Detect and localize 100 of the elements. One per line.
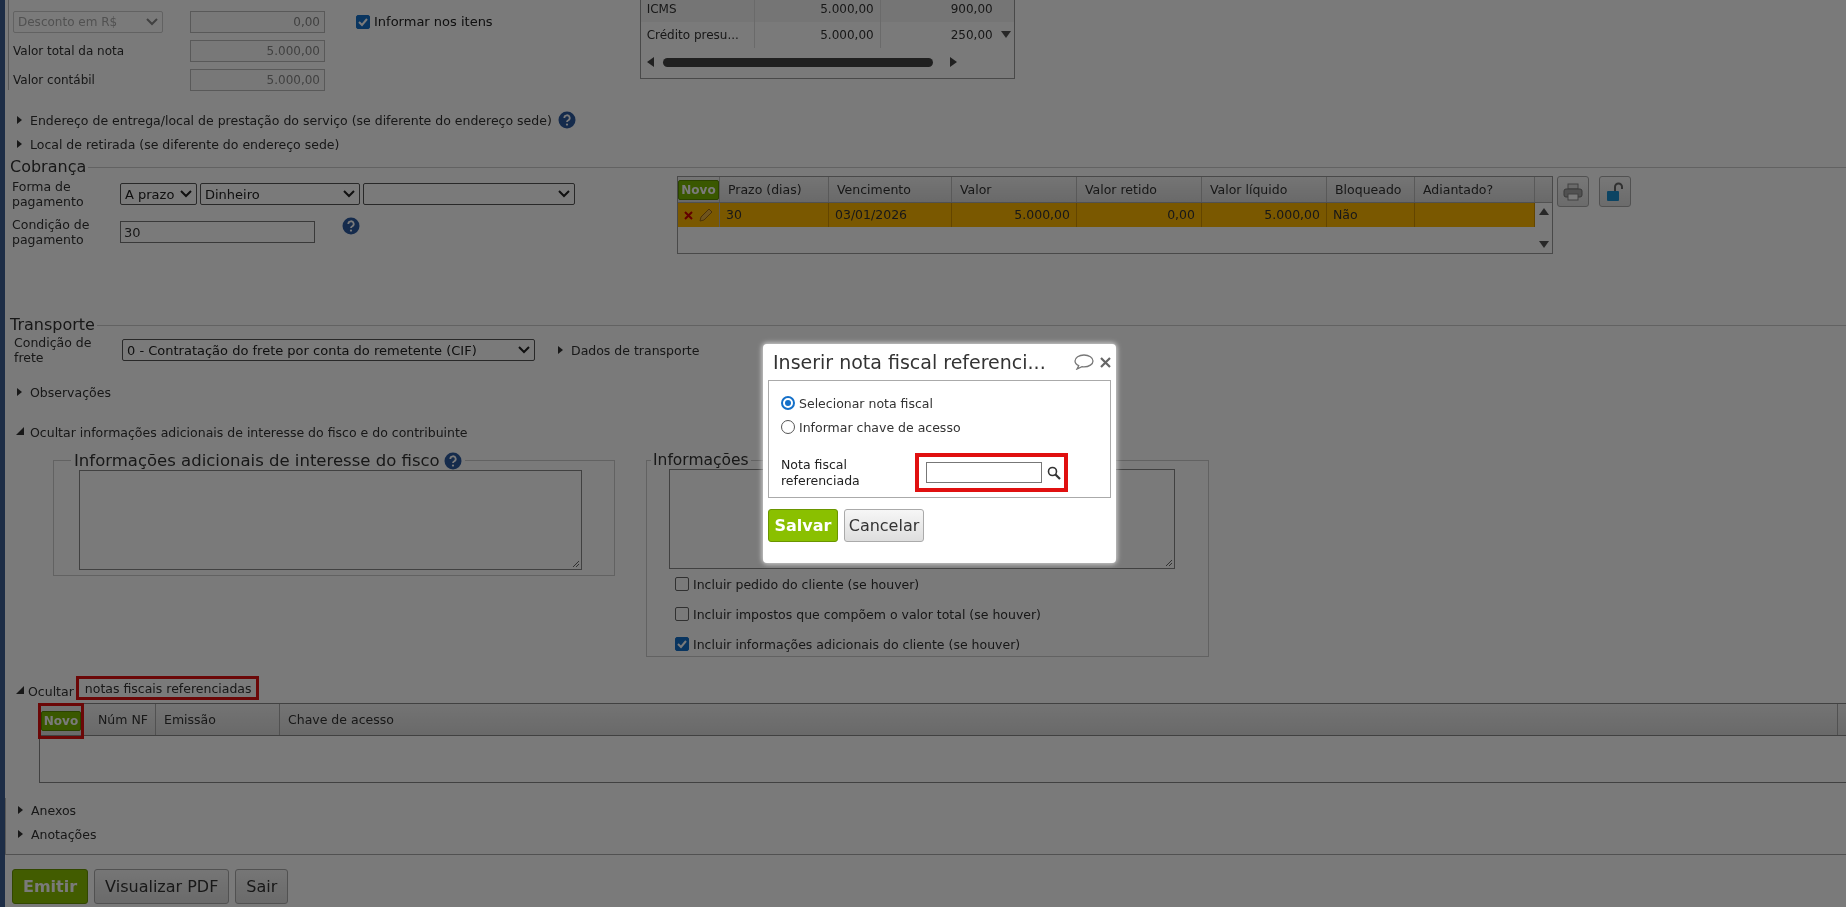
triangle-right-icon[interactable] (16, 139, 24, 149)
expand-link[interactable]: Observações (30, 384, 111, 400)
scroll-down-icon[interactable] (1539, 241, 1549, 249)
column-header[interactable]: Chave de acesso (280, 704, 1838, 735)
column-header[interactable]: Valor (952, 177, 1077, 202)
checkbox-label: Incluir pedido do cliente (se houver) (693, 576, 920, 592)
column-header[interactable]: Valor retido (1077, 177, 1202, 202)
save-button[interactable]: Salvar (768, 509, 838, 542)
help-icon[interactable] (557, 111, 576, 129)
condition-field[interactable]: 30 (120, 221, 315, 243)
checkbox-label: Incluir impostos que compõem o valor total (se houver) (693, 606, 1041, 622)
section-title: Transporte (10, 314, 95, 334)
pencil-icon[interactable] (697, 207, 714, 223)
field-label: Forma de pagamento (12, 179, 85, 209)
button[interactable]: Sair (235, 869, 289, 904)
print-button[interactable] (1557, 176, 1589, 207)
table-cell: 5.000,00 (952, 203, 1077, 227)
expand-link[interactable]: Local de retirada (se diferente do endereço sede) (30, 136, 340, 152)
expand-link[interactable]: Anotações (31, 826, 97, 842)
field-label: Nota fiscal referenciada (781, 456, 861, 489)
triangle-right-icon[interactable] (557, 345, 565, 355)
scroll-left-icon[interactable] (646, 57, 655, 67)
chevron-icon (558, 190, 570, 198)
field-label: Valor contábil (13, 72, 95, 87)
chevron-icon (180, 190, 192, 198)
checkbox[interactable] (675, 607, 689, 621)
freight-select[interactable]: 0 - Contratação do frete por conta do remetente (CIF) (122, 339, 535, 361)
column-header[interactable]: Núm NF (84, 704, 156, 735)
section-title: Cobrança (10, 156, 87, 176)
scrollbar-thumb[interactable] (662, 57, 933, 67)
triangle-right-icon[interactable] (17, 805, 25, 815)
triangle-right-icon[interactable] (16, 115, 24, 125)
unlock-button[interactable] (1599, 176, 1631, 207)
triangle-down-icon[interactable] (16, 427, 24, 437)
column-header[interactable]: Valor líquido (1202, 177, 1327, 202)
speech-bubble-icon[interactable] (1074, 354, 1094, 370)
padlock-icon (1605, 181, 1625, 202)
panel-title: Informações (653, 451, 749, 469)
table-cell: 03/01/2026 (829, 203, 952, 227)
expand-link[interactable]: Ocultar (28, 683, 74, 699)
table-cell: ICMS (640, 0, 755, 22)
field-label: Condição de pagamento (12, 217, 91, 247)
table-cell: 5.000,00 (1202, 203, 1327, 227)
field-label: Valor total da nota (13, 43, 125, 58)
table-cell-text: 250,00 (949, 27, 994, 44)
checkbox[interactable] (356, 14, 370, 29)
expand-link[interactable]: Dados de transporte (571, 342, 700, 358)
close-icon[interactable] (1100, 356, 1111, 368)
radio-label: Selecionar nota fiscal (799, 395, 933, 411)
table-cell: Não (1327, 203, 1415, 227)
cancel-button[interactable]: Cancelar (844, 509, 924, 542)
help-icon[interactable] (342, 217, 360, 235)
column-header[interactable]: Bloqueado (1327, 177, 1415, 202)
new-button[interactable]: Novo (40, 711, 82, 731)
checkbox[interactable] (675, 577, 689, 591)
triangle-down-icon[interactable] (16, 686, 24, 696)
dialog-title: Inserir nota fiscal referenci... (773, 351, 1047, 373)
delete-icon[interactable] (683, 210, 693, 220)
table-cell: 5.000,00 (754, 0, 881, 22)
chevron-icon (518, 346, 530, 354)
search-icon[interactable] (1047, 465, 1061, 480)
table-row[interactable]: 30 03/01/2026 5.000,00 0,00 5.000,00 Não (678, 203, 1535, 227)
resize-grip-icon[interactable] (1165, 559, 1173, 567)
payment-method-select[interactable]: Dinheiro (200, 183, 360, 205)
chevron-icon (343, 190, 355, 198)
chevron-icon (146, 17, 158, 26)
table-cell: 5.000,00 (754, 22, 881, 48)
table-cell: Crédito presu... (640, 22, 755, 48)
expand-link[interactable]: Endereço de entrega/local de prestação do serviço (se diferente do endereço sede) (30, 112, 552, 128)
triangle-right-icon[interactable] (17, 829, 25, 839)
help-icon[interactable] (443, 451, 462, 470)
column-header[interactable]: Prazo (dias) (720, 177, 829, 202)
radio-label: Informar chave de acesso (799, 419, 961, 435)
panel-title: Informações adicionais de interesse do fisco (74, 451, 440, 470)
checkbox-label: Incluir informações adicionais do cliente (se houver) (693, 636, 1021, 652)
checkbox[interactable] (675, 637, 689, 651)
triangle-right-icon[interactable] (16, 387, 24, 397)
expand-link[interactable]: Anexos (31, 802, 77, 818)
text-area[interactable] (79, 470, 582, 570)
column-header[interactable]: Vencimento (829, 177, 952, 202)
expand-link[interactable]: notas fiscais referenciadas (84, 680, 252, 696)
input-field[interactable] (926, 462, 1042, 483)
table-cell: 0,00 (1077, 203, 1202, 227)
checkbox-label: Informar nos itens (374, 14, 493, 29)
scroll-down-icon[interactable] (1000, 31, 1011, 39)
table-cell-text: 900,00 (949, 1, 994, 18)
column-header[interactable]: Adiantado? (1415, 177, 1535, 202)
payment-term-select[interactable]: A prazo (120, 183, 197, 205)
scroll-up-icon[interactable] (1539, 207, 1549, 215)
scroll-right-icon[interactable] (948, 57, 957, 67)
button[interactable]: Visualizar PDF (94, 869, 230, 904)
expand-link[interactable]: Ocultar informações adicionais de interesse do fisco e do contribuinte (30, 424, 468, 440)
empty-select[interactable] (363, 183, 575, 205)
printer-icon (1563, 182, 1583, 201)
table-cell: 30 (720, 203, 829, 227)
resize-grip-icon[interactable] (572, 560, 580, 568)
new-button[interactable]: Novo (678, 179, 719, 200)
column-header[interactable]: Emissão (156, 704, 280, 735)
radio-button[interactable] (781, 396, 795, 410)
field-label: Condição de frete (14, 335, 93, 365)
